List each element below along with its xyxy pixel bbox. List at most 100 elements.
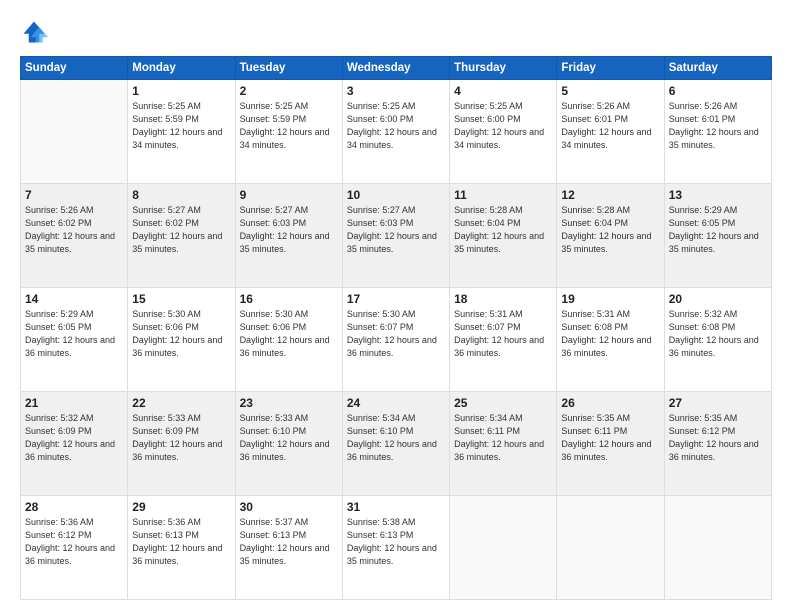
day-number: 20	[669, 292, 767, 306]
calendar-cell: 14 Sunrise: 5:29 AMSunset: 6:05 PMDayligh…	[21, 288, 128, 392]
weekday-header-sunday: Sunday	[21, 57, 128, 80]
day-number: 18	[454, 292, 552, 306]
calendar-cell: 17 Sunrise: 5:30 AMSunset: 6:07 PMDayligh…	[342, 288, 449, 392]
day-info: Sunrise: 5:35 AMSunset: 6:12 PMDaylight:…	[669, 412, 767, 464]
calendar-cell: 22 Sunrise: 5:33 AMSunset: 6:09 PMDayligh…	[128, 392, 235, 496]
day-info: Sunrise: 5:32 AMSunset: 6:09 PMDaylight:…	[25, 412, 123, 464]
day-info: Sunrise: 5:27 AMSunset: 6:03 PMDaylight:…	[347, 204, 445, 256]
calendar-cell: 4 Sunrise: 5:25 AMSunset: 6:00 PMDaylight…	[450, 80, 557, 184]
logo	[20, 18, 52, 46]
calendar-cell: 3Sunrise: 5:25 AMSunset: 6:00 PMDaylight…	[342, 80, 449, 184]
day-info: Sunrise: 5:34 AMSunset: 6:10 PMDaylight:…	[347, 412, 445, 464]
day-number: 27	[669, 396, 767, 410]
day-info: Sunrise: 5:37 AMSunset: 6:13 PMDaylight:…	[240, 516, 338, 568]
day-number: 29	[132, 500, 230, 514]
day-info: Sunrise: 5:25 AMSunset: 6:00 PMDaylight:…	[454, 100, 552, 152]
day-number: 7	[25, 188, 123, 202]
day-info: Sunrise: 5:27 AMSunset: 6:02 PMDaylight:…	[132, 204, 230, 256]
weekday-header-thursday: Thursday	[450, 57, 557, 80]
day-number: 17	[347, 292, 445, 306]
day-number: 14	[25, 292, 123, 306]
day-info: Sunrise: 5:29 AMSunset: 6:05 PMDaylight:…	[25, 308, 123, 360]
day-number: 13	[669, 188, 767, 202]
day-number: 9	[240, 188, 338, 202]
day-info: Sunrise: 5:26 AMSunset: 6:01 PMDaylight:…	[669, 100, 767, 152]
calendar-cell: 26 Sunrise: 5:35 AMSunset: 6:11 PMDayligh…	[557, 392, 664, 496]
day-info: Sunrise: 5:30 AMSunset: 6:06 PMDaylight:…	[132, 308, 230, 360]
calendar-cell: 13 Sunrise: 5:29 AMSunset: 6:05 PMDayligh…	[664, 184, 771, 288]
day-number: 12	[561, 188, 659, 202]
day-info: Sunrise: 5:31 AMSunset: 6:07 PMDaylight:…	[454, 308, 552, 360]
day-info: Sunrise: 5:30 AMSunset: 6:06 PMDaylight:…	[240, 308, 338, 360]
calendar-table: SundayMondayTuesdayWednesdayThursdayFrid…	[20, 56, 772, 600]
calendar-page: SundayMondayTuesdayWednesdayThursdayFrid…	[0, 0, 792, 612]
calendar-cell: 15 Sunrise: 5:30 AMSunset: 6:06 PMDayligh…	[128, 288, 235, 392]
calendar-cell: 9 Sunrise: 5:27 AMSunset: 6:03 PMDaylight…	[235, 184, 342, 288]
day-info: Sunrise: 5:33 AMSunset: 6:10 PMDaylight:…	[240, 412, 338, 464]
calendar-cell: 8 Sunrise: 5:27 AMSunset: 6:02 PMDaylight…	[128, 184, 235, 288]
day-info: Sunrise: 5:28 AMSunset: 6:04 PMDaylight:…	[561, 204, 659, 256]
day-number: 16	[240, 292, 338, 306]
calendar-cell: 25 Sunrise: 5:34 AMSunset: 6:11 PMDayligh…	[450, 392, 557, 496]
day-info: Sunrise: 5:26 AMSunset: 6:01 PMDaylight:…	[561, 100, 659, 152]
calendar-cell: 21 Sunrise: 5:32 AMSunset: 6:09 PMDayligh…	[21, 392, 128, 496]
day-info: Sunrise: 5:30 AMSunset: 6:07 PMDaylight:…	[347, 308, 445, 360]
day-number: 8	[132, 188, 230, 202]
day-info: Sunrise: 5:29 AMSunset: 6:05 PMDaylight:…	[669, 204, 767, 256]
calendar-cell	[664, 496, 771, 600]
day-info: Sunrise: 5:36 AMSunset: 6:13 PMDaylight:…	[132, 516, 230, 568]
calendar-cell: 18 Sunrise: 5:31 AMSunset: 6:07 PMDayligh…	[450, 288, 557, 392]
day-info: Sunrise: 5:26 AMSunset: 6:02 PMDaylight:…	[25, 204, 123, 256]
header	[20, 18, 772, 46]
calendar-cell: 11Sunrise: 5:28 AMSunset: 6:04 PMDayligh…	[450, 184, 557, 288]
calendar-cell: 1 Sunrise: 5:25 AMSunset: 5:59 PMDaylight…	[128, 80, 235, 184]
calendar-cell	[450, 496, 557, 600]
calendar-cell: 27 Sunrise: 5:35 AMSunset: 6:12 PMDayligh…	[664, 392, 771, 496]
day-info: Sunrise: 5:38 AMSunset: 6:13 PMDaylight:…	[347, 516, 445, 568]
day-number: 3	[347, 84, 445, 98]
calendar-cell: 28 Sunrise: 5:36 AMSunset: 6:12 PMDayligh…	[21, 496, 128, 600]
calendar-cell: 24 Sunrise: 5:34 AMSunset: 6:10 PMDayligh…	[342, 392, 449, 496]
day-number: 28	[25, 500, 123, 514]
day-number: 23	[240, 396, 338, 410]
calendar-cell: 10 Sunrise: 5:27 AMSunset: 6:03 PMDayligh…	[342, 184, 449, 288]
day-number: 26	[561, 396, 659, 410]
day-info: Sunrise: 5:25 AMSunset: 5:59 PMDaylight:…	[132, 100, 230, 152]
day-info: Sunrise: 5:34 AMSunset: 6:11 PMDaylight:…	[454, 412, 552, 464]
day-info: Sunrise: 5:32 AMSunset: 6:08 PMDaylight:…	[669, 308, 767, 360]
day-number: 25	[454, 396, 552, 410]
calendar-cell: 29 Sunrise: 5:36 AMSunset: 6:13 PMDayligh…	[128, 496, 235, 600]
weekday-header-monday: Monday	[128, 57, 235, 80]
day-number: 22	[132, 396, 230, 410]
day-number: 10	[347, 188, 445, 202]
day-info: Sunrise: 5:35 AMSunset: 6:11 PMDaylight:…	[561, 412, 659, 464]
day-info: Sunrise: 5:33 AMSunset: 6:09 PMDaylight:…	[132, 412, 230, 464]
logo-icon	[20, 18, 48, 46]
calendar-cell: 31 Sunrise: 5:38 AMSunset: 6:13 PMDayligh…	[342, 496, 449, 600]
day-info: Sunrise: 5:36 AMSunset: 6:12 PMDaylight:…	[25, 516, 123, 568]
calendar-cell: 16 Sunrise: 5:30 AMSunset: 6:06 PMDayligh…	[235, 288, 342, 392]
day-number: 30	[240, 500, 338, 514]
day-number: 5	[561, 84, 659, 98]
day-number: 2	[240, 84, 338, 98]
day-number: 31	[347, 500, 445, 514]
day-info: Sunrise: 5:27 AMSunset: 6:03 PMDaylight:…	[240, 204, 338, 256]
calendar-cell: 30 Sunrise: 5:37 AMSunset: 6:13 PMDayligh…	[235, 496, 342, 600]
day-number: 19	[561, 292, 659, 306]
weekday-header-saturday: Saturday	[664, 57, 771, 80]
day-number: 6	[669, 84, 767, 98]
day-number: 1	[132, 84, 230, 98]
calendar-cell	[21, 80, 128, 184]
calendar-cell: 19Sunrise: 5:31 AMSunset: 6:08 PMDayligh…	[557, 288, 664, 392]
calendar-cell: 20 Sunrise: 5:32 AMSunset: 6:08 PMDayligh…	[664, 288, 771, 392]
weekday-header-friday: Friday	[557, 57, 664, 80]
calendar-cell: 6 Sunrise: 5:26 AMSunset: 6:01 PMDaylight…	[664, 80, 771, 184]
day-number: 21	[25, 396, 123, 410]
calendar-cell	[557, 496, 664, 600]
weekday-header-tuesday: Tuesday	[235, 57, 342, 80]
day-number: 15	[132, 292, 230, 306]
calendar-cell: 7 Sunrise: 5:26 AMSunset: 6:02 PMDaylight…	[21, 184, 128, 288]
day-number: 24	[347, 396, 445, 410]
day-info: Sunrise: 5:28 AMSunset: 6:04 PMDaylight:…	[454, 204, 552, 256]
day-number: 4	[454, 84, 552, 98]
